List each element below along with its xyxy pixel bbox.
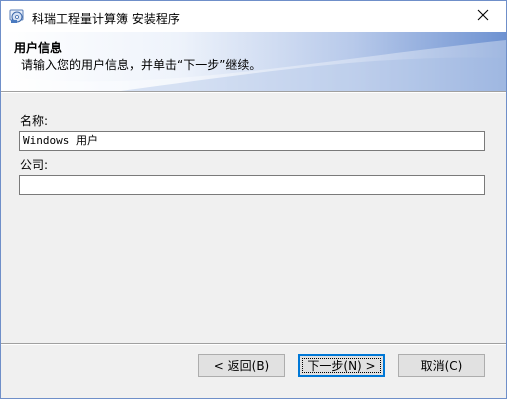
close-button[interactable] <box>460 1 506 32</box>
page-title: 用户信息 <box>14 41 63 55</box>
header-banner: 用户信息 请输入您的用户信息，并单击“下一步”继续。 <box>1 32 506 91</box>
next-button[interactable]: 下一步(N) > <box>298 354 385 377</box>
name-label: 名称: <box>20 114 49 128</box>
title-bar[interactable]: 科瑞工程量计算簿 安装程序 <box>1 1 506 32</box>
setup-disc-icon <box>9 9 24 24</box>
back-button-label: < 返回(B) <box>213 359 270 373</box>
company-label: 公司: <box>20 158 49 172</box>
name-input[interactable]: Windows 用户 <box>19 131 485 151</box>
window-title: 科瑞工程量计算簿 安装程序 <box>32 12 180 26</box>
close-icon <box>477 9 489 24</box>
header-divider <box>1 91 506 93</box>
cancel-button[interactable]: 取消(C) <box>398 354 485 377</box>
back-button[interactable]: < 返回(B) <box>198 354 285 377</box>
footer-divider <box>1 343 506 345</box>
company-input[interactable] <box>19 175 485 195</box>
setup-dialog: 科瑞工程量计算簿 安装程序 用户信息 请输入您的用户信息，并单击“下一步”继续。… <box>0 0 507 399</box>
cancel-button-label: 取消(C) <box>420 359 463 373</box>
next-button-label: 下一步(N) > <box>307 359 376 373</box>
page-subtitle: 请输入您的用户信息，并单击“下一步”继续。 <box>21 58 262 72</box>
